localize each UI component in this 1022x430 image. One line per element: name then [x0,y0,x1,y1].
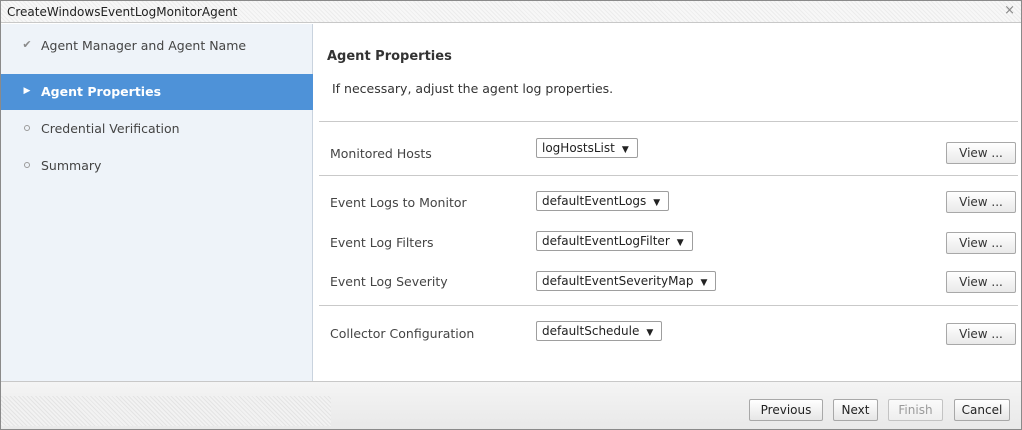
dropdown-arrow-icon: ▼ [676,238,684,248]
footer-pattern [1,396,331,426]
sidebar-item-credential-verification[interactable]: Credential Verification [1,111,313,147]
page-description: If necessary, adjust the agent log prope… [332,81,614,96]
event-log-filters-select[interactable]: defaultEventLogFilter ▼ [536,231,693,251]
sidebar-item-label: Agent Manager and Agent Name [41,38,247,53]
dropdown-arrow-icon: ▼ [646,328,654,338]
view-monitored-hosts-button[interactable]: View ... [946,142,1016,164]
finish-button[interactable]: Finish [888,399,943,421]
close-icon[interactable]: × [1004,3,1015,18]
wizard-footer: Previous Next Finish Cancel [1,381,1021,429]
view-event-log-filters-button[interactable]: View ... [946,232,1016,254]
triangle-right-icon: ▶ [23,86,31,96]
sidebar-item-label: Summary [41,158,102,173]
select-value: defaultEventLogFilter [542,234,670,248]
sidebar-item-agent-properties[interactable]: ▶ Agent Properties [1,74,313,110]
select-value: logHostsList [542,141,615,155]
agent-properties-panel: Agent Properties If necessary, adjust th… [314,24,1021,381]
cancel-button[interactable]: Cancel [954,399,1010,421]
view-collector-configuration-button[interactable]: View ... [946,323,1016,345]
circle-icon [21,121,33,134]
sidebar-item-agent-manager[interactable]: ✔ Agent Manager and Agent Name [1,28,313,64]
select-value: defaultSchedule [542,324,640,338]
event-logs-select[interactable]: defaultEventLogs ▼ [536,191,670,211]
collector-configuration-label: Collector Configuration [330,326,475,341]
sidebar-item-summary[interactable]: Summary [1,148,313,184]
select-value: defaultEventLogs [542,194,647,208]
monitored-hosts-select[interactable]: logHostsList ▼ [536,138,638,158]
page-title: Agent Properties [327,49,452,64]
event-log-severity-select[interactable]: defaultEventSeverityMap ▼ [536,271,717,291]
sidebar-item-label: Agent Properties [41,84,162,99]
dropdown-arrow-icon: ▼ [653,198,661,208]
dropdown-arrow-icon: ▼ [700,278,708,288]
wizard-dialog: CreateWindowsEventLogMonitorAgent × ✔ Ag… [0,0,1022,430]
collector-configuration-select[interactable]: defaultSchedule ▼ [536,321,663,341]
divider [319,121,1018,122]
divider [319,175,1018,176]
wizard-steps-sidebar: ✔ Agent Manager and Agent Name ▶ Agent P… [1,24,313,381]
title-bar: CreateWindowsEventLogMonitorAgent × [1,1,1021,23]
sidebar-item-label: Credential Verification [41,121,180,136]
divider [319,305,1018,306]
next-button[interactable]: Next [833,399,878,421]
event-log-filters-label: Event Log Filters [330,235,434,250]
previous-button[interactable]: Previous [749,399,823,421]
select-value: defaultEventSeverityMap [542,274,694,288]
event-logs-label: Event Logs to Monitor [330,195,467,210]
dropdown-arrow-icon: ▼ [621,145,629,155]
circle-icon [21,158,33,171]
monitored-hosts-label: Monitored Hosts [330,146,432,161]
check-icon: ✔ [22,38,32,51]
window-title: CreateWindowsEventLogMonitorAgent [7,5,238,19]
view-event-logs-button[interactable]: View ... [946,191,1016,213]
view-event-log-severity-button[interactable]: View ... [946,271,1016,293]
event-log-severity-label: Event Log Severity [330,274,448,289]
